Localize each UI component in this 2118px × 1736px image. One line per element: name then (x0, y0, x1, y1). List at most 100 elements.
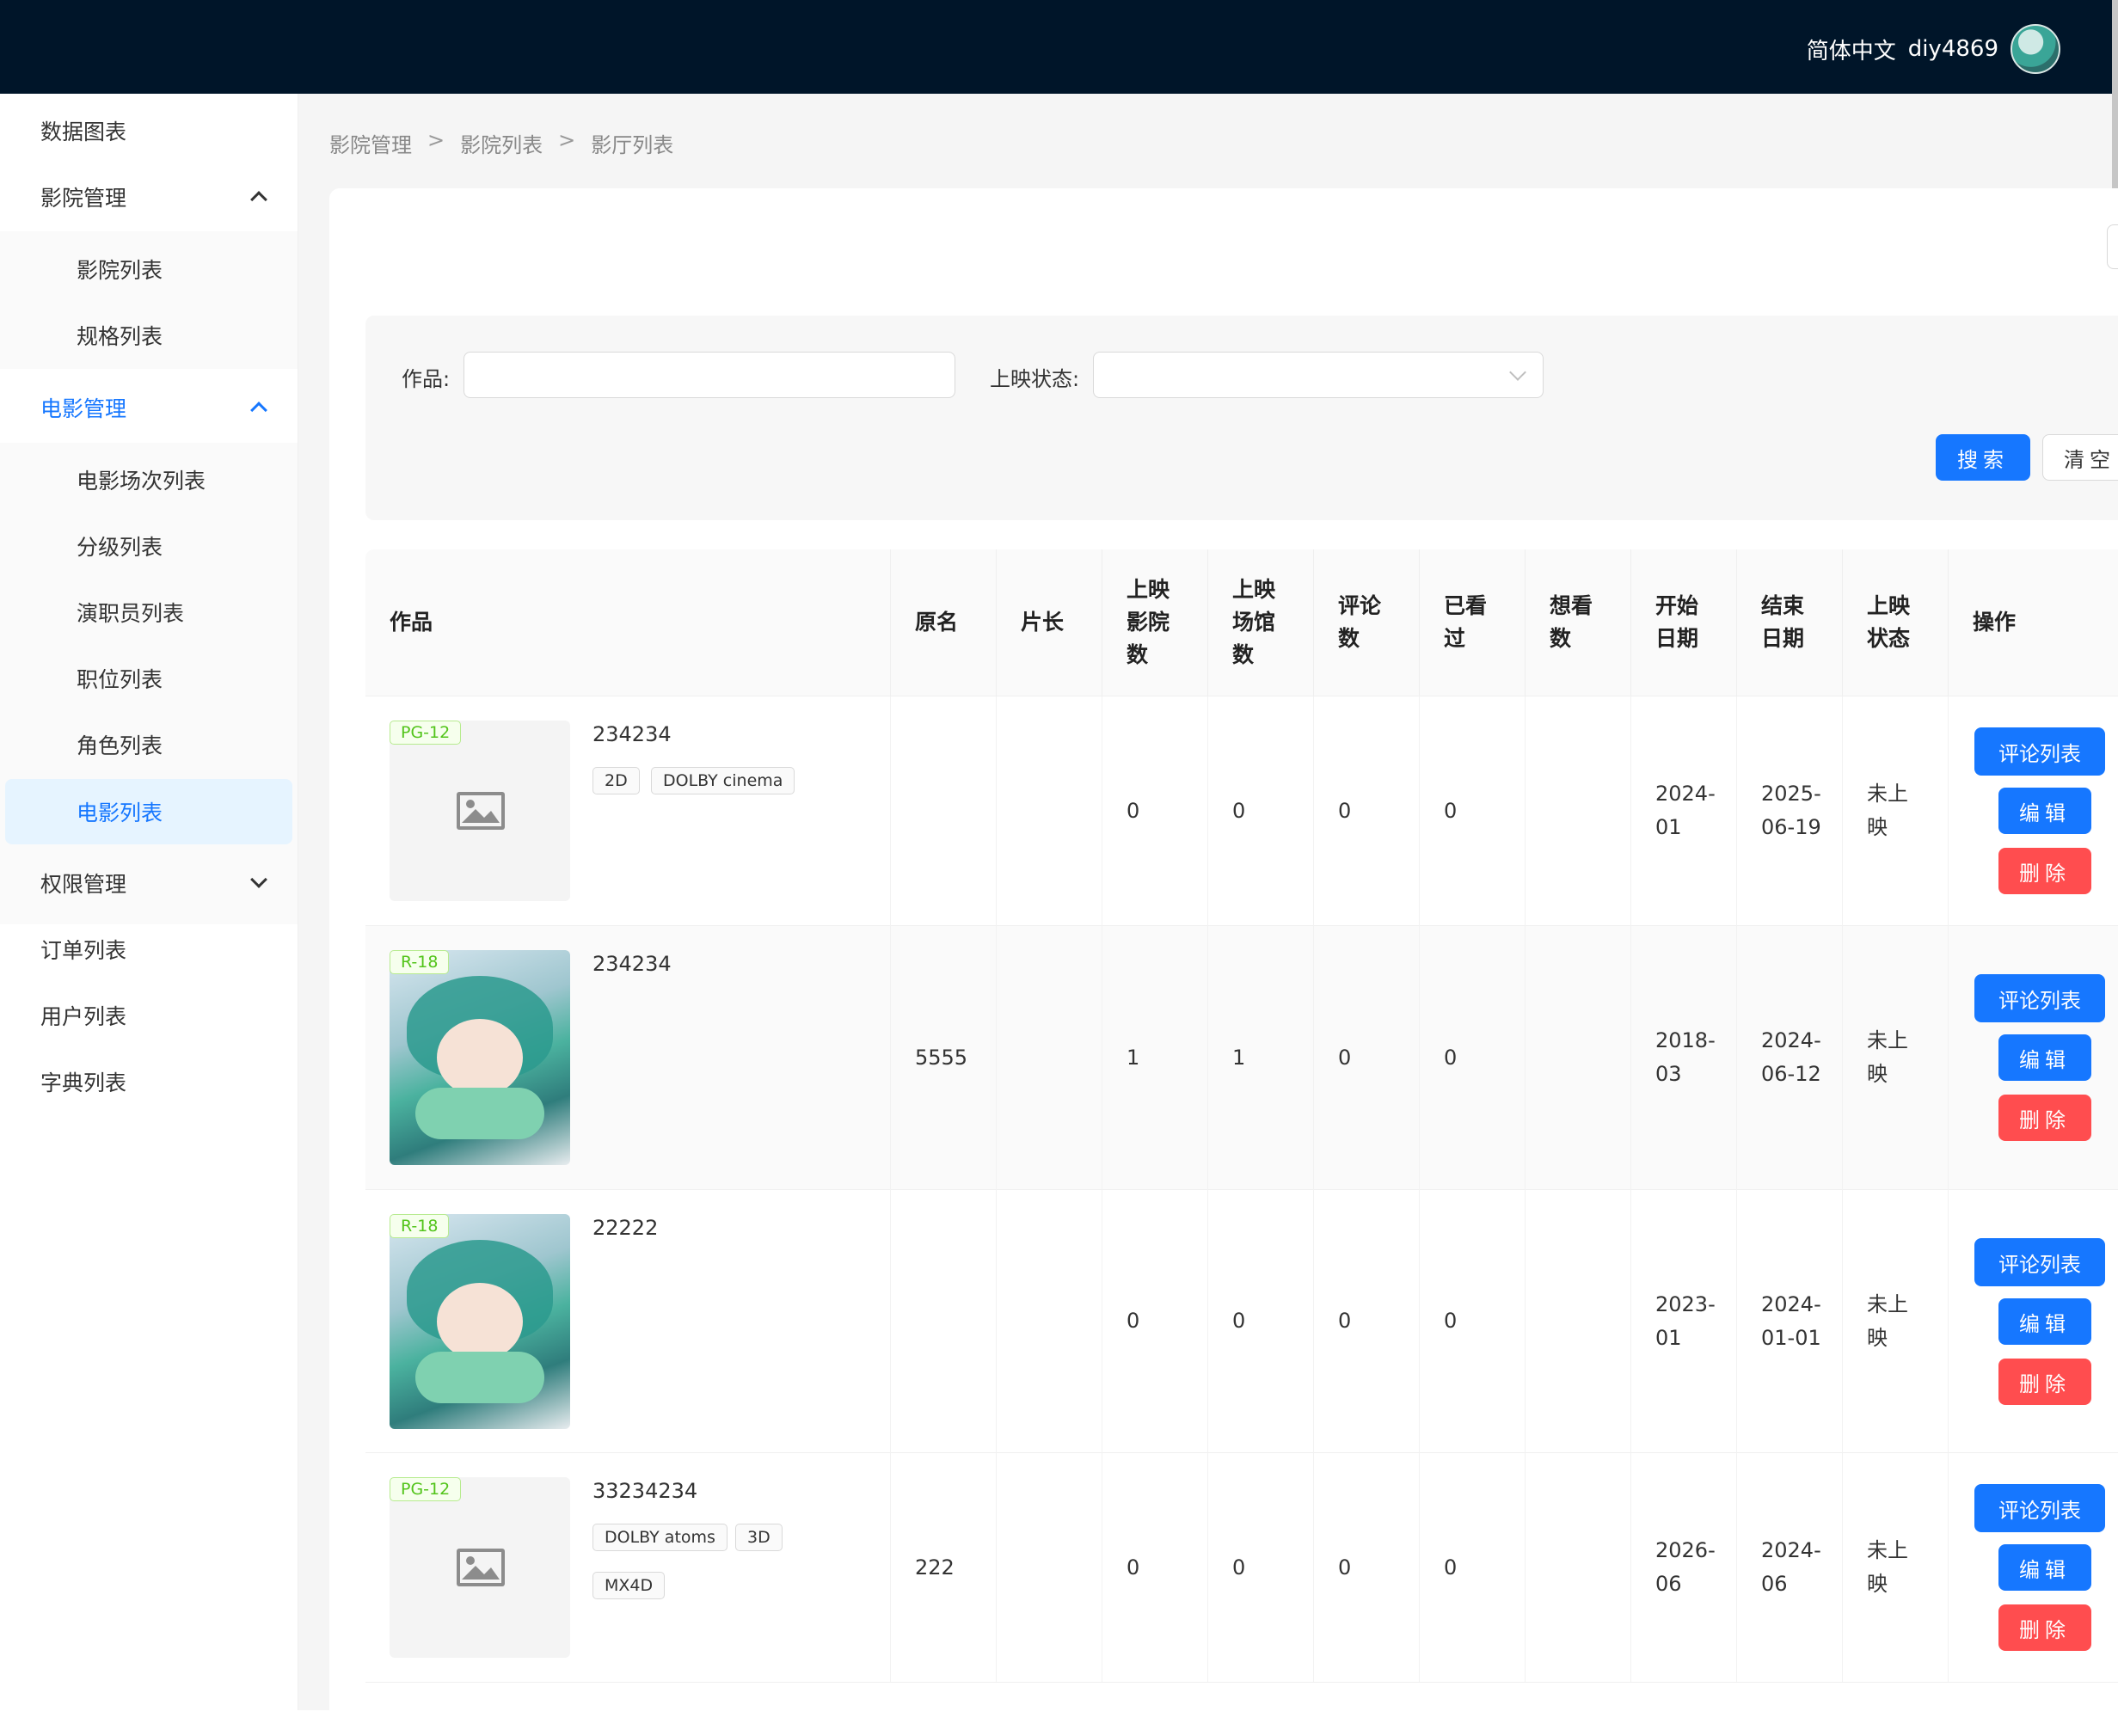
username[interactable]: diy4869 (1908, 36, 1998, 62)
cell-cinema-count: 0 (1127, 1309, 1140, 1333)
sidebar-item-cast-list[interactable]: 演职员列表 (0, 580, 298, 645)
work-label: 作品: (402, 367, 451, 391)
edit-button[interactable]: 编辑 (1998, 1298, 2091, 1345)
cell-end-date: 2024- 06 (1761, 1538, 1821, 1596)
column-divider (1842, 549, 1843, 696)
work-search-input[interactable] (464, 352, 955, 398)
language-switch[interactable]: 简体中文 (1807, 34, 1896, 65)
movie-title: 33234234 (592, 1479, 698, 1503)
sidebar-item-user-list[interactable]: 用户列表 (0, 983, 298, 1048)
cell-status: 未上 映 (1867, 1538, 1908, 1596)
th-duration: 片长 (1021, 610, 1065, 635)
sidebar-item-screening-list[interactable]: 电影场次列表 (0, 447, 298, 512)
status-label: 上映状态: (990, 367, 1080, 391)
sidebar-item-dictionary-list[interactable]: 字典列表 (0, 1049, 298, 1114)
column-divider (890, 549, 891, 696)
th-comment-count: 评论 数 (1338, 593, 1382, 651)
format-tag: DOLBY atoms (592, 1524, 727, 1551)
sidebar-item-label: 电影列表 (77, 801, 163, 825)
image-placeholder-icon (457, 792, 505, 830)
sidebar-item-movie-management[interactable]: 电影管理 (0, 375, 298, 440)
poster-art (437, 1019, 523, 1096)
column-divider (1525, 696, 1526, 1682)
movie-poster-placeholder[interactable] (390, 1477, 570, 1658)
movie-poster-placeholder[interactable] (390, 721, 570, 901)
clear-button[interactable]: 清空 (2042, 434, 2118, 481)
edit-button[interactable]: 编辑 (1998, 1544, 2091, 1591)
comments-list-button[interactable]: 评论列表 (1974, 727, 2105, 776)
column-divider (890, 696, 891, 1682)
cell-status: 未上 映 (1867, 782, 1908, 839)
cell-want (1526, 1190, 1630, 1452)
rating-badge: PG-12 (390, 721, 462, 745)
cell-start-date: 2018- 03 (1655, 1028, 1716, 1086)
format-tag: 3D (735, 1524, 783, 1551)
sidebar-item-spec-list[interactable]: 规格列表 (0, 303, 298, 368)
movie-poster[interactable] (390, 1214, 570, 1429)
sidebar-item-label: 用户列表 (40, 1004, 127, 1029)
content-card: 添 作品: 上映状态: 搜索 清空 作品 原名 片长 上映 影院 数 上映 场馆… (329, 188, 2118, 1736)
breadcrumb-item[interactable]: 影院列表 (460, 128, 543, 158)
cell-watched: 0 (1444, 798, 1458, 823)
sidebar-item-order-list[interactable]: 订单列表 (0, 917, 298, 982)
select-chevron-icon (1509, 364, 1526, 381)
cell-duration (997, 696, 1102, 925)
breadcrumb-item[interactable]: 影院管理 (329, 128, 412, 158)
cell-want (1526, 926, 1630, 1189)
cell-cinema-count: 0 (1127, 1555, 1140, 1580)
cell-start-date: 2026- 06 (1655, 1538, 1716, 1596)
comments-list-button[interactable]: 评论列表 (1974, 974, 2105, 1022)
format-tag: MX4D (592, 1572, 666, 1599)
comments-list-button[interactable]: 评论列表 (1974, 1238, 2105, 1286)
sidebar-item-label: 数据图表 (40, 120, 127, 144)
sidebar-item-label: 影院列表 (77, 258, 163, 283)
header-user-area: 简体中文 diy4869 (1807, 24, 2060, 74)
column-divider (1313, 696, 1314, 1682)
sidebar-item-rating-list[interactable]: 分级列表 (0, 513, 298, 579)
sidebar-item-cinema-list[interactable]: 影院列表 (0, 236, 298, 302)
cell-hall-count: 0 (1232, 1555, 1246, 1580)
movie-title: 234234 (592, 722, 672, 746)
chevron-up-icon (250, 402, 267, 419)
format-tag: DOLBY cinema (651, 767, 795, 794)
sidebar-item-permission-management[interactable]: 权限管理 (0, 850, 298, 916)
column-divider (996, 696, 997, 1682)
sidebar-item-data-charts[interactable]: 数据图表 (0, 98, 298, 163)
sidebar-item-label: 影院管理 (40, 186, 127, 211)
cell-comment-count: 0 (1338, 1045, 1352, 1070)
sidebar-item-cinema-management[interactable]: 影院管理 (0, 164, 298, 230)
sidebar-item-position-list[interactable]: 职位列表 (0, 646, 298, 711)
cell-hall-count: 1 (1232, 1045, 1246, 1070)
search-button[interactable]: 搜索 (1936, 434, 2030, 481)
delete-button[interactable]: 删除 (1998, 848, 2091, 894)
movie-title: 22222 (592, 1216, 659, 1240)
status-select[interactable] (1093, 352, 1544, 398)
edit-button[interactable]: 编辑 (1998, 1034, 2091, 1081)
sidebar-item-movie-list[interactable]: 电影列表 (5, 779, 292, 844)
delete-button[interactable]: 删除 (1998, 1095, 2091, 1141)
cell-status: 未上 映 (1867, 1028, 1908, 1086)
column-divider (1736, 549, 1737, 696)
cell-comment-count: 0 (1338, 1309, 1352, 1333)
table-row: PG-12 33234234 DOLBY atoms 3D MX4D 222 0… (365, 1453, 2118, 1683)
rating-badge: PG-12 (390, 1477, 462, 1501)
cell-end-date: 2025- 06-19 (1761, 782, 1821, 839)
cell-hall-count: 0 (1232, 798, 1246, 823)
add-button[interactable]: 添 (2107, 224, 2118, 269)
poster-art (437, 1283, 523, 1360)
sidebar-item-label: 分级列表 (77, 535, 163, 560)
sidebar-item-label: 字典列表 (40, 1070, 127, 1095)
cell-end-date: 2024- 06-12 (1761, 1028, 1821, 1086)
avatar[interactable] (2011, 24, 2060, 74)
delete-button[interactable]: 删除 (1998, 1604, 2091, 1651)
cell-hall-count: 0 (1232, 1309, 1246, 1333)
cell-comment-count: 0 (1338, 798, 1352, 823)
comments-list-button[interactable]: 评论列表 (1974, 1484, 2105, 1532)
breadcrumb-item-current: 影厅列表 (591, 133, 674, 157)
movie-poster[interactable] (390, 950, 570, 1165)
th-actions: 操作 (1973, 610, 2017, 635)
sidebar-item-role-list[interactable]: 角色列表 (0, 712, 298, 777)
delete-button[interactable]: 删除 (1998, 1359, 2091, 1405)
cell-start-date: 2023- 01 (1655, 1291, 1716, 1350)
edit-button[interactable]: 编辑 (1998, 788, 2091, 834)
